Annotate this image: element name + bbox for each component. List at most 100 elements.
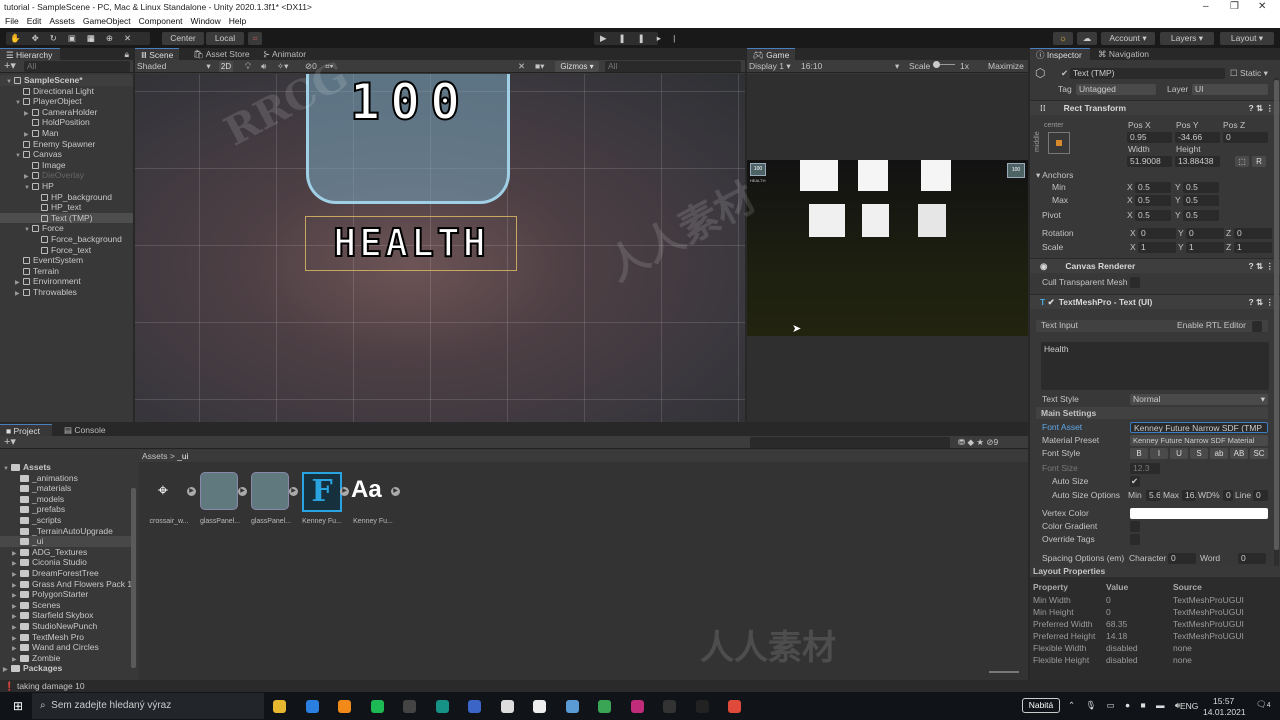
camera-dropdown[interactable]: ■▾ (535, 61, 544, 72)
pivot-center-toggle[interactable]: Center (162, 32, 204, 45)
2d-toggle[interactable]: 2D (219, 61, 233, 72)
font-style-button[interactable]: ab (1210, 448, 1228, 459)
project-folder-item[interactable]: ▶ Starfield Skybox (0, 610, 131, 621)
hierarchy-item[interactable]: ▼ Force (0, 223, 133, 234)
font-style-button[interactable]: S (1190, 448, 1208, 459)
clock-time[interactable]: 15:57 (1213, 696, 1234, 706)
breadcrumb-ui[interactable]: _ui (177, 451, 188, 461)
chrome-icon[interactable] (728, 700, 741, 713)
hierarchy-item[interactable]: ▶ Man (0, 128, 133, 139)
project-folder-item[interactable]: ▶ Grass And Flowers Pack 1 (0, 579, 132, 590)
asset-item[interactable]: ⌖ ▶ crossair_w... (147, 472, 196, 532)
project-folder-item[interactable]: ▶ ADG_Textures (0, 547, 131, 558)
text-style-dropdown[interactable]: Normal ▾ (1130, 394, 1268, 405)
project-folder-item[interactable]: ▶ Wand and Circles (0, 642, 131, 653)
scale-tool-icon[interactable]: ▣ (68, 33, 87, 43)
expand-asset-icon[interactable]: ▶ (238, 487, 247, 496)
unity-icon[interactable] (695, 700, 709, 713)
hierarchy-item[interactable]: ▶ Environment (0, 276, 133, 287)
tag-dropdown[interactable]: Untagged (1076, 84, 1156, 95)
project-folder-item[interactable]: _materials (0, 483, 131, 494)
menu-gameobject[interactable]: GameObject (83, 16, 131, 26)
hidden-objects-toggle[interactable]: ⊘0 (305, 61, 317, 72)
tray-icons[interactable]: ⌃ 🎙︎ ▭ ● ■ ▬ 🔊︎ (1068, 700, 1184, 711)
spotify-icon[interactable] (370, 700, 384, 713)
hierarchy-item[interactable]: HP_text (0, 202, 133, 213)
game-render[interactable]: 100 HEALTH 100 ➤ (747, 160, 1028, 336)
width-input[interactable]: 51.9008 (1127, 156, 1172, 167)
foldout-arrow-icon[interactable]: ▶ (15, 289, 23, 300)
project-folder-item[interactable]: _models (0, 494, 131, 505)
tools-icon[interactable]: ✕ (518, 61, 525, 72)
material-preset-dropdown[interactable]: Kenney Future Narrow SDF Material (1130, 435, 1268, 446)
lock-icon[interactable]: 🔒︎ (124, 49, 129, 60)
asset-item[interactable]: Aa ▶ Kenney Fu... (351, 472, 400, 532)
pos-z-input[interactable]: 0 (1223, 132, 1268, 143)
display-dropdown[interactable]: Display 1 ▾ (749, 61, 791, 72)
menu-assets[interactable]: Assets (49, 16, 75, 26)
pivot-x-input[interactable]: 0.5 (1135, 210, 1171, 221)
sublime-icon[interactable] (338, 700, 351, 713)
layers-dropdown[interactable]: Layers ▾ (1160, 32, 1214, 45)
close-button[interactable]: ✕ (1258, 0, 1266, 14)
project-folder-item[interactable]: ▶ Ciconia Studio (0, 557, 131, 568)
lighting-toggle-icon[interactable]: 💡︎ (245, 61, 251, 72)
project-folder-item[interactable]: _prefabs (0, 504, 131, 515)
expand-asset-icon[interactable]: ▶ (187, 487, 196, 496)
layer-dropdown[interactable]: UI (1192, 84, 1268, 95)
rect-transform-header[interactable]: ⁞⁞ Rect Transform? ⇅ ⋮ (1030, 100, 1280, 115)
project-folder-item[interactable]: _scripts (0, 515, 131, 526)
language-indicator[interactable]: ENG (1180, 701, 1198, 711)
vertex-color-swatch[interactable] (1130, 508, 1268, 519)
pivot-y-input[interactable]: 0.5 (1183, 210, 1219, 221)
firefox-icon[interactable] (305, 700, 319, 713)
tab-animator[interactable]: ⊱ Animator (257, 48, 312, 60)
rotation-x-input[interactable]: 0 (1138, 228, 1176, 239)
create-button[interactable]: +▾ (4, 436, 16, 448)
cull-transparent-checkbox[interactable] (1130, 277, 1140, 288)
pause-button[interactable]: ❚❚ (619, 33, 657, 43)
effects-toggle-icon[interactable]: ✧▾ (277, 61, 288, 72)
hierarchy-item[interactable]: Directional Light (0, 86, 133, 97)
blueprint-mode-button[interactable]: ⬚ (1235, 156, 1249, 167)
hierarchy-item[interactable]: ▼ SampleScene* (0, 75, 133, 86)
obs-icon[interactable] (403, 700, 416, 713)
step-button[interactable]: ▸| (657, 33, 687, 43)
grid-toggle-icon[interactable]: ⌗▾ (325, 61, 333, 72)
hierarchy-item[interactable]: Enemy Spawner (0, 139, 133, 150)
windows-start-icon[interactable]: ⊞ (13, 699, 23, 713)
anchor-max-y-input[interactable]: 0.5 (1183, 195, 1219, 206)
anchor-preset-button[interactable] (1048, 132, 1070, 154)
inspector-scrollbar[interactable] (1274, 78, 1279, 568)
rotation-z-input[interactable]: 0 (1234, 228, 1272, 239)
project-folder-item[interactable]: ▶ DreamForestTree (0, 568, 131, 579)
custom-tool-icon[interactable]: ✕ (124, 33, 142, 43)
scene-search-input[interactable] (605, 61, 741, 72)
health-label-text[interactable]: HEALTH (303, 220, 519, 266)
project-search-input[interactable] (750, 437, 950, 448)
tab-navigation[interactable]: ⌘ Navigation (1092, 48, 1155, 60)
gitkraken-icon[interactable] (435, 700, 449, 713)
font-style-button[interactable]: SC (1250, 448, 1268, 459)
anchor-min-x-input[interactable]: 0.5 (1135, 182, 1171, 193)
transform-tool-icon[interactable]: ⊕ (106, 33, 124, 43)
font-size-input[interactable]: 12.3 (1130, 463, 1160, 474)
font-style-button[interactable]: I (1150, 448, 1168, 459)
wd-input[interactable]: 0 (1223, 490, 1233, 501)
font-style-button[interactable]: U (1170, 448, 1188, 459)
hierarchy-search-input[interactable] (24, 61, 130, 72)
monitor-app-icon[interactable] (500, 700, 514, 713)
unity-hub-icon[interactable] (533, 700, 546, 713)
font-asset-field[interactable]: Kenney Future Narrow SDF (TMP_Font Asset… (1130, 422, 1268, 433)
grid-snap-icon[interactable]: ⌗ (248, 32, 262, 45)
menu-help[interactable]: Help (229, 16, 246, 26)
asset-item[interactable]: F ▶ Kenney Fu... (300, 472, 349, 532)
project-folder-item[interactable]: _TerrainAutoUpgrade (0, 526, 131, 537)
font-style-button[interactable]: AB (1230, 448, 1248, 459)
hierarchy-item[interactable]: ▶ CameraHolder (0, 107, 133, 118)
font-style-button[interactable]: B (1130, 448, 1148, 459)
battery-status[interactable]: Nabitá (1022, 698, 1060, 713)
restore-button[interactable]: ❐ (1230, 0, 1239, 14)
character-spacing-input[interactable]: 0 (1168, 553, 1196, 564)
project-folder-item[interactable]: ▶ Zombie (0, 653, 131, 664)
